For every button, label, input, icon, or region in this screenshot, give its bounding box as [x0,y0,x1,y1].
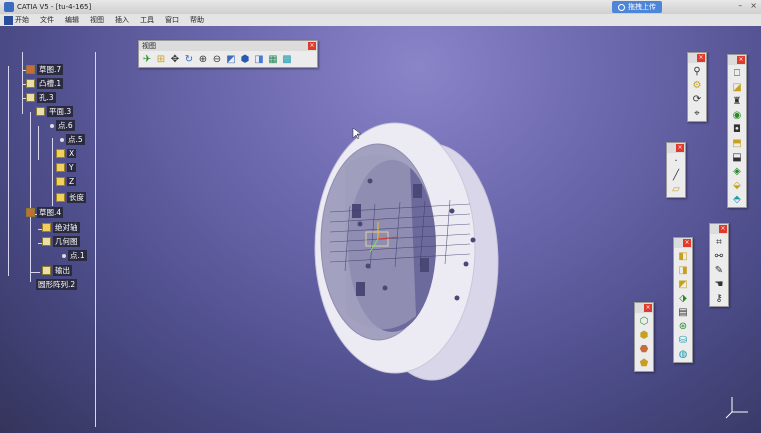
close-icon[interactable]: × [697,54,705,62]
menu-view[interactable]: 视图 [90,15,104,25]
window-controls: – × [738,1,757,10]
shaft-icon[interactable]: ♜ [731,95,743,107]
cloud-upload-icon [618,3,625,11]
menu-bar: 开始 文件 编辑 视图 插入 工具 窗口 帮助 [0,14,761,26]
start-menu-icon[interactable] [4,15,13,25]
close-icon[interactable]: × [719,225,727,233]
hole [463,261,469,267]
zoom-out-icon[interactable]: ⊖ [211,53,223,65]
ring-inner-wall [345,155,416,330]
point-tool-icon[interactable]: · [670,155,682,167]
hole [367,178,373,184]
slot [413,184,422,198]
zoom-in-icon[interactable]: ⊕ [197,53,209,65]
pattern-icon[interactable]: ⬟ [638,357,650,369]
upload-button[interactable]: 拖拽上传 [612,1,662,13]
dress-up-toolbar: × ◧ ◨ ◩ ⬗ ▤ ⊛ ⛁ ◍ [673,237,693,363]
hole [382,285,388,291]
constraint-icon[interactable]: ⚲ [691,65,703,77]
axis-z-line [725,411,733,419]
line-tool-icon[interactable]: ╱ [670,169,682,181]
hole [454,295,460,301]
key-icon[interactable]: ⚷ [713,292,725,304]
translate-icon[interactable]: ⬡ [638,315,650,327]
chain-icon[interactable]: ⚯ [713,250,725,262]
hole [449,208,455,214]
view-toolbar: 视图 × ✈ ⊞ ✥ ↻ ⊕ ⊖ ◩ ⬢ ◨ ▦ ▩ [138,40,318,68]
upload-label: 拖拽上传 [628,3,656,11]
close-icon[interactable]: × [737,56,745,64]
slot-icon[interactable]: ⬒ [731,137,743,149]
rotate-tool-icon[interactable]: ⬢ [638,329,650,341]
rib-icon[interactable]: ◘ [731,123,743,135]
thickness-icon[interactable]: ◧ [677,250,689,262]
hole [470,237,476,243]
close-icon[interactable]: × [683,239,691,247]
pencil-icon[interactable]: ✎ [713,264,725,276]
constraint-toolbar: × ⚲ ⚙ ⟳ ⌖ [687,52,707,122]
close-icon[interactable]: × [308,42,316,50]
shading-icon[interactable]: ◨ [253,53,265,65]
fit-all-icon[interactable]: ⊞ [155,53,167,65]
thread-icon[interactable]: ▤ [677,306,689,318]
fix-together-icon[interactable]: ⚙ [691,79,703,91]
menu-window[interactable]: 窗口 [165,15,179,25]
menu-edit[interactable]: 编辑 [65,15,79,25]
pan-icon[interactable]: ✥ [169,53,181,65]
hide-show-icon[interactable]: ▦ [267,53,279,65]
menu-insert[interactable]: 插入 [115,15,129,25]
pad-icon[interactable]: ⎕ [731,67,743,79]
reference-toolbar: × · ╱ ▱ [666,142,686,198]
hole-tool-icon[interactable]: ◉ [731,109,743,121]
axis-indicator [725,397,748,419]
close-icon[interactable]: × [644,304,652,312]
measure-icon[interactable]: ⊛ [677,320,689,332]
menu-file[interactable]: 文件 [40,15,54,25]
pocket-tool-icon[interactable]: ◪ [731,81,743,93]
stiffener-icon[interactable]: ⬓ [731,151,743,163]
rotate-icon[interactable]: ↻ [183,53,195,65]
view-toolbar-label: 视图 [142,42,156,50]
part-design-toolbar: × ⎕ ◪ ♜ ◉ ◘ ⬒ ⬓ ◈ ⬙ ⬘ [727,54,747,208]
hand-icon[interactable]: ☚ [713,278,725,290]
slot [420,258,429,272]
catia-logo-icon [4,2,14,12]
refresh-icon[interactable]: ⟳ [691,93,703,105]
iso-view-icon[interactable]: ⬢ [239,53,251,65]
remove-face-icon[interactable]: ⬗ [677,292,689,304]
hole [365,263,371,269]
render-icon[interactable]: ◍ [677,348,689,360]
menu-help[interactable]: 帮助 [190,15,204,25]
analysis-toolbar: × ⌗ ⚯ ✎ ☚ ⚷ [709,223,729,307]
draft-icon[interactable]: ⬘ [731,193,743,205]
ruler-icon[interactable]: ⌗ [713,236,725,248]
fly-mode-icon[interactable]: ✈ [141,53,153,65]
menu-start[interactable]: 开始 [15,15,29,25]
shell-icon[interactable]: ◨ [677,264,689,276]
window-title: CATIA V5 - [tu-4-165] [17,3,92,11]
normal-view-icon[interactable]: ◩ [225,53,237,65]
apply-material-icon[interactable]: ⛁ [677,334,689,346]
hole [357,221,363,227]
slot [352,204,361,218]
menu-tools[interactable]: 工具 [140,15,154,25]
swap-space-icon[interactable]: ▩ [281,53,293,65]
title-bar: CATIA V5 - [tu-4-165] 拖拽上传 – × [0,0,761,14]
fillet-icon[interactable]: ◈ [731,165,743,177]
split-icon[interactable]: ◩ [677,278,689,290]
snap-icon[interactable]: ⌖ [691,107,703,119]
chamfer-icon[interactable]: ⬙ [731,179,743,191]
slot [356,282,365,296]
close-window-icon[interactable]: × [750,1,757,10]
view-toolbar-title[interactable]: 视图 × [139,41,317,51]
transformation-toolbar: × ⬡ ⬢ ⬣ ⬟ [634,302,654,372]
mirror-icon[interactable]: ⬣ [638,343,650,355]
plane-tool-icon[interactable]: ▱ [670,183,682,195]
minimize-icon[interactable]: – [738,1,742,10]
close-icon[interactable]: × [676,144,684,152]
3d-viewport[interactable]: 草图.7 凸槽.1 孔.3 平面.3 点.6 点.5 X Y Z 长度 草图.4… [0,26,761,433]
